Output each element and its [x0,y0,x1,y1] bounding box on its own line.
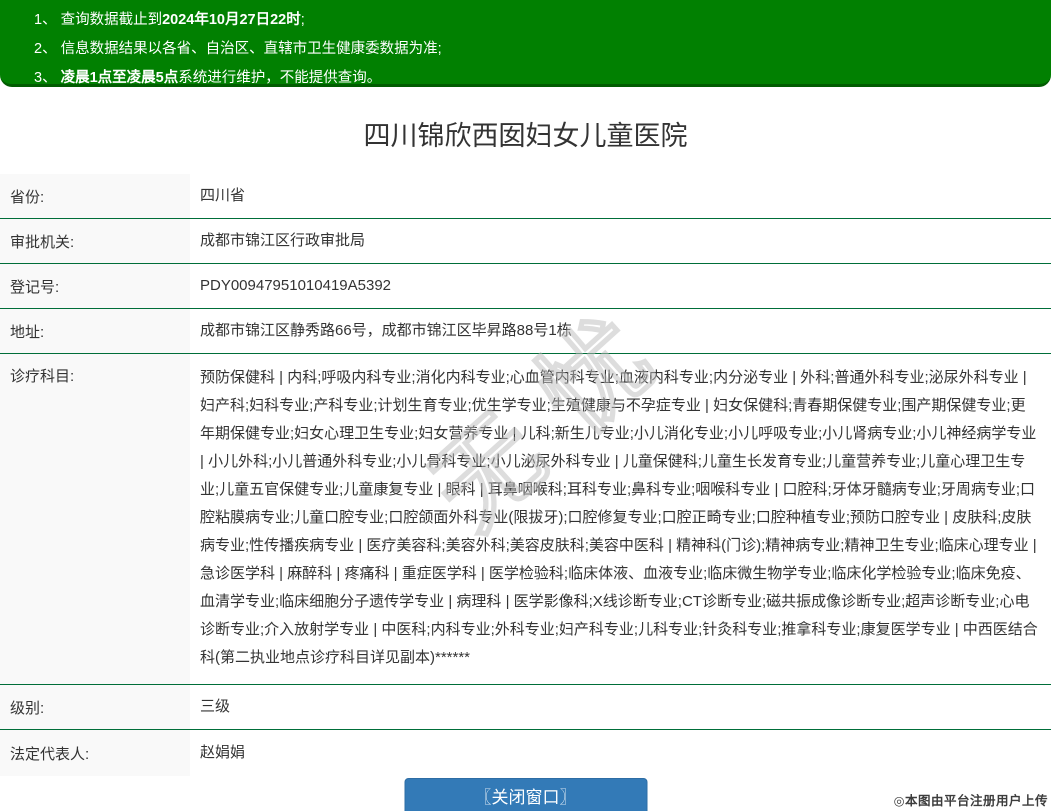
table-row-approval-authority: 审批机关: 成都市锦江区行政审批局 [0,219,1051,264]
notice-header: 1、查询数据截止到2024年10月27日22时; 2、信息数据结果以各省、自治区… [0,0,1051,87]
notice-line-3: 3、凌晨1点至凌晨5点系统进行维护，不能提供查询。 [34,64,1041,93]
close-window-button[interactable]: 〖关闭窗口〗 [404,778,647,811]
row-value: 成都市锦江区静秀路66号，成都市锦江区毕昇路88号1栋 [190,309,1051,353]
table-row-level: 级别: 三级 [0,685,1051,730]
notice-line-1: 1、查询数据截止到2024年10月27日22时; [34,6,1041,35]
upload-credit-label: ◎本图由平台注册用户上传 [894,790,1048,809]
row-value: 成都市锦江区行政审批局 [190,219,1051,263]
page-title: 四川锦欣西囡妇女儿童医院 [0,117,1051,155]
notice-text-bold: 2024年10月27日22时 [162,12,301,28]
row-label: 登记号: [0,264,190,308]
notice-text: 系统进行维护，不能提供查询。 [178,70,381,86]
table-row-medical-subjects: 诊疗科目: 预防保健科 | 内科;呼吸内科专业;消化内科专业;心血管内科专业;血… [0,354,1051,685]
row-label: 审批机关: [0,219,190,263]
notice-text: 信息数据结果以各省、自治区、直辖市卫生健康委数据为准; [61,41,442,57]
notice-number: 3、 [34,70,57,86]
row-label: 诊疗科目: [0,354,190,684]
table-row-address: 地址: 成都市锦江区静秀路66号，成都市锦江区毕昇路88号1栋 [0,309,1051,354]
row-label: 级别: [0,685,190,729]
row-label: 法定代表人: [0,730,190,776]
notice-text: 查询数据截止到 [61,12,163,28]
table-row-registration-number: 登记号: PDY00947951010419A5392 [0,264,1051,309]
row-value: 预防保健科 | 内科;呼吸内科专业;消化内科专业;心血管内科专业;血液内科专业;… [190,354,1051,684]
row-value: 四川省 [190,174,1051,218]
notice-text: ; [301,12,305,28]
notice-number: 2、 [34,41,57,57]
row-label: 地址: [0,309,190,353]
notice-text-bold: 凌晨1点至凌晨5点 [61,70,179,86]
table-row-province: 省份: 四川省 [0,174,1051,219]
table-row-legal-representative: 法定代表人: 赵娟娟 [0,730,1051,776]
hospital-info-table: 省份: 四川省 审批机关: 成都市锦江区行政审批局 登记号: PDY009479… [0,174,1051,776]
row-value: 赵娟娟 [190,730,1051,776]
notice-number: 1、 [34,12,57,28]
row-value: PDY00947951010419A5392 [190,264,1051,308]
row-label: 省份: [0,174,190,218]
row-value: 三级 [190,685,1051,729]
notice-line-2: 2、信息数据结果以各省、自治区、直辖市卫生健康委数据为准; [34,35,1041,64]
